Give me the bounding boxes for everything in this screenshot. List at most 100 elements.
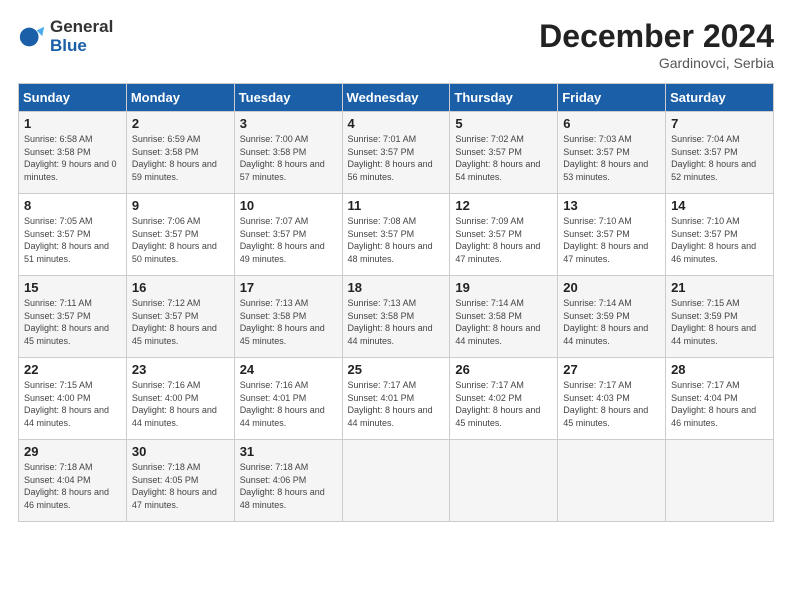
day-info: Sunrise: 7:07 AMSunset: 3:57 PMDaylight:… <box>240 216 325 264</box>
day-number: 6 <box>563 116 660 131</box>
day-info: Sunrise: 7:01 AMSunset: 3:57 PMDaylight:… <box>348 134 433 182</box>
calendar-cell <box>342 440 450 522</box>
day-info: Sunrise: 7:16 AMSunset: 4:01 PMDaylight:… <box>240 380 325 428</box>
day-number: 17 <box>240 280 337 295</box>
calendar-table: SundayMondayTuesdayWednesdayThursdayFrid… <box>18 83 774 522</box>
calendar-week: 15 Sunrise: 7:11 AMSunset: 3:57 PMDayligh… <box>19 276 774 358</box>
calendar-cell <box>450 440 558 522</box>
day-number: 3 <box>240 116 337 131</box>
day-info: Sunrise: 7:14 AMSunset: 3:59 PMDaylight:… <box>563 298 648 346</box>
calendar-cell: 26Sunrise: 7:17 AMSunset: 4:02 PMDayligh… <box>450 358 558 440</box>
page-container: General Blue December 2024 Gardinovci, S… <box>0 0 792 532</box>
calendar-cell: 23 Sunrise: 7:16 AMSunset: 4:00 PMDayligh… <box>126 358 234 440</box>
calendar-cell: 30Sunrise: 7:18 AMSunset: 4:05 PMDayligh… <box>126 440 234 522</box>
calendar-week: 8Sunrise: 7:05 AMSunset: 3:57 PMDaylight… <box>19 194 774 276</box>
calendar-cell: 2 Sunrise: 6:59 AMSunset: 3:58 PMDaylight… <box>126 112 234 194</box>
day-number: 9 <box>132 198 229 213</box>
calendar-cell <box>666 440 774 522</box>
day-info: Sunrise: 7:04 AMSunset: 3:57 PMDaylight:… <box>671 134 756 182</box>
day-number: 7 <box>671 116 768 131</box>
day-number: 19 <box>455 280 552 295</box>
day-number: 24 <box>240 362 337 377</box>
day-number: 2 <box>132 116 229 131</box>
weekday-header: Monday <box>126 84 234 112</box>
calendar-cell: 13Sunrise: 7:10 AMSunset: 3:57 PMDayligh… <box>558 194 666 276</box>
calendar-cell: 8Sunrise: 7:05 AMSunset: 3:57 PMDaylight… <box>19 194 127 276</box>
weekday-header: Saturday <box>666 84 774 112</box>
day-number: 12 <box>455 198 552 213</box>
day-number: 1 <box>24 116 121 131</box>
weekday-header: Sunday <box>19 84 127 112</box>
logo-text: General Blue <box>50 18 113 55</box>
calendar-cell: 16 Sunrise: 7:12 AMSunset: 3:57 PMDayligh… <box>126 276 234 358</box>
calendar-cell: 20Sunrise: 7:14 AMSunset: 3:59 PMDayligh… <box>558 276 666 358</box>
day-number: 11 <box>348 198 445 213</box>
day-number: 29 <box>24 444 121 459</box>
day-info: Sunrise: 7:16 AMSunset: 4:00 PMDaylight:… <box>132 380 217 428</box>
header-row: SundayMondayTuesdayWednesdayThursdayFrid… <box>19 84 774 112</box>
calendar-cell: 18 Sunrise: 7:13 AMSunset: 3:58 PMDayligh… <box>342 276 450 358</box>
calendar-cell: 12 Sunrise: 7:09 AMSunset: 3:57 PMDayligh… <box>450 194 558 276</box>
day-info: Sunrise: 7:13 AMSunset: 3:58 PMDaylight:… <box>348 298 433 346</box>
day-number: 22 <box>24 362 121 377</box>
calendar-week: 29Sunrise: 7:18 AMSunset: 4:04 PMDayligh… <box>19 440 774 522</box>
day-info: Sunrise: 7:05 AMSunset: 3:57 PMDaylight:… <box>24 216 109 264</box>
calendar-cell: 7 Sunrise: 7:04 AMSunset: 3:57 PMDaylight… <box>666 112 774 194</box>
calendar-week: 22 Sunrise: 7:15 AMSunset: 4:00 PMDayligh… <box>19 358 774 440</box>
day-number: 23 <box>132 362 229 377</box>
calendar-cell: 25Sunrise: 7:17 AMSunset: 4:01 PMDayligh… <box>342 358 450 440</box>
logo-icon <box>18 23 46 51</box>
day-info: Sunrise: 7:12 AMSunset: 3:57 PMDaylight:… <box>132 298 217 346</box>
location-subtitle: Gardinovci, Serbia <box>539 55 774 71</box>
day-number: 15 <box>24 280 121 295</box>
calendar-cell: 14Sunrise: 7:10 AMSunset: 3:57 PMDayligh… <box>666 194 774 276</box>
weekday-header: Thursday <box>450 84 558 112</box>
calendar-week: 1Sunrise: 6:58 AMSunset: 3:58 PMDaylight… <box>19 112 774 194</box>
logo-blue: Blue <box>50 37 113 56</box>
calendar-cell: 9Sunrise: 7:06 AMSunset: 3:57 PMDaylight… <box>126 194 234 276</box>
day-info: Sunrise: 7:00 AMSunset: 3:58 PMDaylight:… <box>240 134 325 182</box>
day-info: Sunrise: 7:02 AMSunset: 3:57 PMDaylight:… <box>455 134 540 182</box>
weekday-header: Tuesday <box>234 84 342 112</box>
day-number: 5 <box>455 116 552 131</box>
day-number: 18 <box>348 280 445 295</box>
calendar-cell: 22 Sunrise: 7:15 AMSunset: 4:00 PMDayligh… <box>19 358 127 440</box>
day-number: 14 <box>671 198 768 213</box>
day-info: Sunrise: 7:15 AMSunset: 3:59 PMDaylight:… <box>671 298 756 346</box>
day-number: 25 <box>348 362 445 377</box>
day-info: Sunrise: 7:08 AMSunset: 3:57 PMDaylight:… <box>348 216 433 264</box>
day-info: Sunrise: 7:10 AMSunset: 3:57 PMDaylight:… <box>563 216 648 264</box>
day-number: 10 <box>240 198 337 213</box>
day-number: 16 <box>132 280 229 295</box>
calendar-cell: 10 Sunrise: 7:07 AMSunset: 3:57 PMDayligh… <box>234 194 342 276</box>
day-number: 28 <box>671 362 768 377</box>
calendar-cell: 24 Sunrise: 7:16 AMSunset: 4:01 PMDayligh… <box>234 358 342 440</box>
logo: General Blue <box>18 18 113 55</box>
calendar-cell: 3 Sunrise: 7:00 AMSunset: 3:58 PMDaylight… <box>234 112 342 194</box>
weekday-header: Wednesday <box>342 84 450 112</box>
calendar-cell: 31 Sunrise: 7:18 AMSunset: 4:06 PMDayligh… <box>234 440 342 522</box>
logo-general: General <box>50 18 113 37</box>
day-info: Sunrise: 7:15 AMSunset: 4:00 PMDaylight:… <box>24 380 109 428</box>
calendar-cell: 15 Sunrise: 7:11 AMSunset: 3:57 PMDayligh… <box>19 276 127 358</box>
day-info: Sunrise: 7:18 AMSunset: 4:06 PMDaylight:… <box>240 462 325 510</box>
day-number: 27 <box>563 362 660 377</box>
day-info: Sunrise: 7:18 AMSunset: 4:05 PMDaylight:… <box>132 462 217 510</box>
day-info: Sunrise: 7:09 AMSunset: 3:57 PMDaylight:… <box>455 216 540 264</box>
day-number: 21 <box>671 280 768 295</box>
day-info: Sunrise: 7:11 AMSunset: 3:57 PMDaylight:… <box>24 298 109 346</box>
title-section: December 2024 Gardinovci, Serbia <box>539 18 774 71</box>
calendar-cell: 6 Sunrise: 7:03 AMSunset: 3:57 PMDaylight… <box>558 112 666 194</box>
calendar-cell: 17Sunrise: 7:13 AMSunset: 3:58 PMDayligh… <box>234 276 342 358</box>
day-info: Sunrise: 7:03 AMSunset: 3:57 PMDaylight:… <box>563 134 648 182</box>
calendar-cell: 4Sunrise: 7:01 AMSunset: 3:57 PMDaylight… <box>342 112 450 194</box>
day-info: Sunrise: 7:17 AMSunset: 4:03 PMDaylight:… <box>563 380 648 428</box>
calendar-cell: 11 Sunrise: 7:08 AMSunset: 3:57 PMDayligh… <box>342 194 450 276</box>
calendar-cell: 21 Sunrise: 7:15 AMSunset: 3:59 PMDayligh… <box>666 276 774 358</box>
day-number: 31 <box>240 444 337 459</box>
calendar-cell: 1Sunrise: 6:58 AMSunset: 3:58 PMDaylight… <box>19 112 127 194</box>
calendar-cell: 28Sunrise: 7:17 AMSunset: 4:04 PMDayligh… <box>666 358 774 440</box>
calendar-cell <box>558 440 666 522</box>
day-info: Sunrise: 6:59 AMSunset: 3:58 PMDaylight:… <box>132 134 217 182</box>
calendar-cell: 19Sunrise: 7:14 AMSunset: 3:58 PMDayligh… <box>450 276 558 358</box>
